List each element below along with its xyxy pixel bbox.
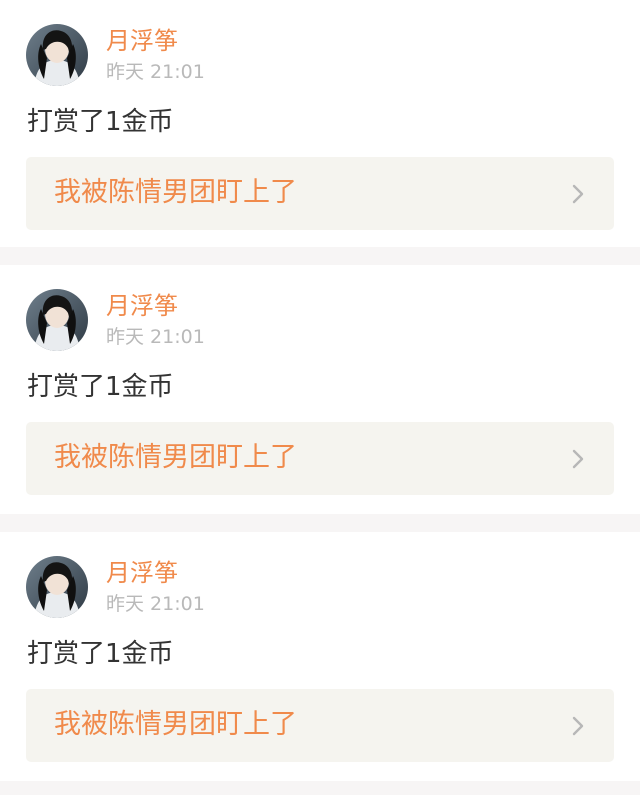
user-avatar[interactable] [26, 556, 88, 618]
feed-item: 月浮筝 昨天 21:01 打赏了1金币 我被陈情男团盯上了 [0, 265, 640, 514]
book-link[interactable]: 我被陈情男团盯上了 [26, 157, 614, 230]
avatar-image [26, 289, 88, 351]
reward-message: 打赏了1金币 [27, 107, 174, 137]
reward-message: 打赏了1金币 [27, 639, 174, 669]
chevron-right-icon [568, 448, 588, 470]
username[interactable]: 月浮筝 [106, 558, 178, 588]
feed-item: 月浮筝 昨天 21:01 打赏了1金币 我被陈情男团盯上了 [0, 0, 640, 247]
reward-feed: 月浮筝 昨天 21:01 打赏了1金币 我被陈情男团盯上了 月浮筝 昨天 21:… [0, 0, 640, 781]
timestamp: 昨天 21:01 [106, 61, 205, 83]
timestamp: 昨天 21:01 [106, 593, 205, 615]
book-link[interactable]: 我被陈情男团盯上了 [26, 422, 614, 495]
username[interactable]: 月浮筝 [106, 26, 178, 56]
user-avatar[interactable] [26, 24, 88, 86]
book-title: 我被陈情男团盯上了 [54, 709, 297, 740]
user-avatar[interactable] [26, 289, 88, 351]
username[interactable]: 月浮筝 [106, 291, 178, 321]
book-title: 我被陈情男团盯上了 [54, 177, 297, 208]
feed-item: 月浮筝 昨天 21:01 打赏了1金币 我被陈情男团盯上了 [0, 532, 640, 781]
reward-message: 打赏了1金币 [27, 372, 174, 402]
timestamp: 昨天 21:01 [106, 326, 205, 348]
chevron-right-icon [568, 183, 588, 205]
book-title: 我被陈情男团盯上了 [54, 442, 297, 473]
avatar-image [26, 556, 88, 618]
avatar-image [26, 24, 88, 86]
chevron-right-icon [568, 715, 588, 737]
book-link[interactable]: 我被陈情男团盯上了 [26, 689, 614, 762]
